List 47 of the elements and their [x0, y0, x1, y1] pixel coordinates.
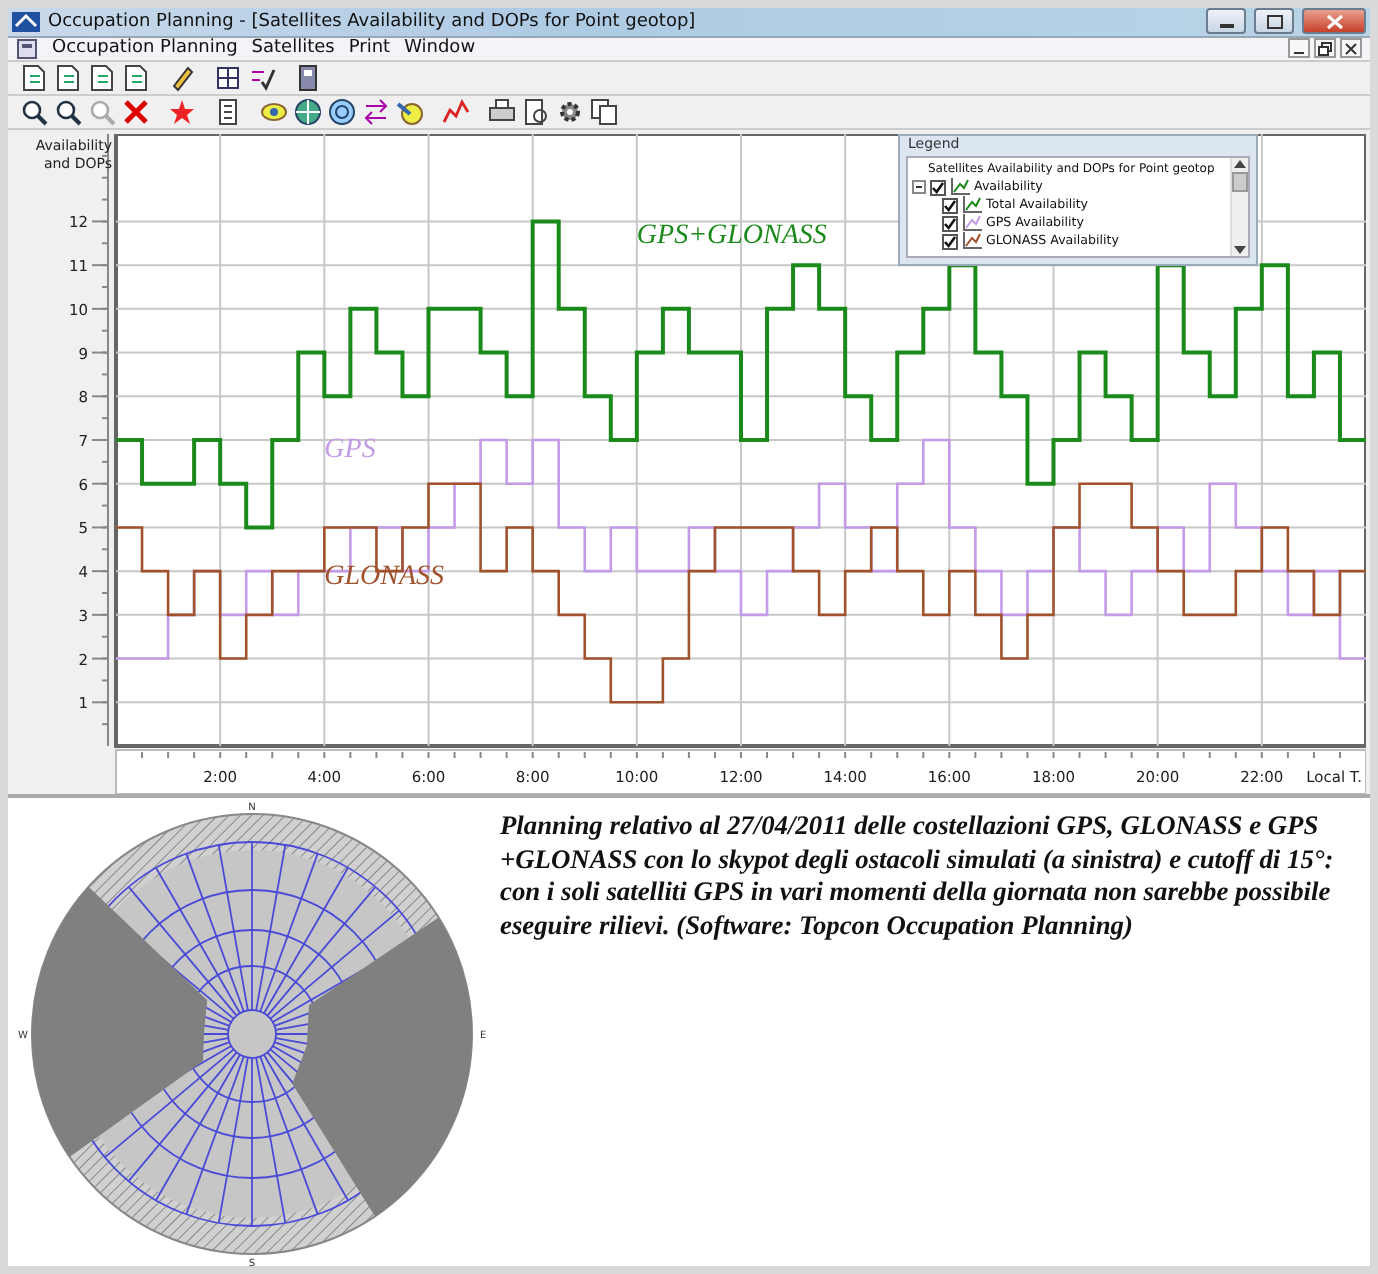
copy-icon[interactable] [588, 96, 620, 128]
menu-item[interactable]: Window [404, 38, 476, 59]
minimize-button[interactable] [1288, 38, 1310, 59]
chart-line-icon [962, 214, 982, 232]
caption-text: Planning relativo al 27/04/2011 delle costellazioni GPS, GLONASS e GPS +GLONASS con lo skypot degli ostacoli simulati (a sinistra) e cutoff di 15°: con i soli satelliti GPS in vari momenti della giornata non sarebbe possibile eseguire rilievi. (Software: Topcon Occupation Planning) [500, 810, 1336, 944]
series-label: GPS+GLONASS [636, 221, 827, 252]
app-icon [12, 9, 40, 34]
maximize-button[interactable] [1254, 8, 1294, 35]
checkbox[interactable] [942, 197, 958, 213]
restore-button[interactable] [1314, 38, 1336, 59]
checkbox[interactable] [930, 179, 946, 195]
up-arrow-icon[interactable] [1234, 160, 1246, 168]
chart-line-icon [962, 196, 982, 214]
page-icon[interactable] [520, 96, 552, 128]
series-label: GLONASS [324, 562, 445, 593]
globe-icon[interactable] [292, 96, 324, 128]
menu-item[interactable]: Occupation Planning [52, 38, 238, 59]
grid-icon[interactable] [212, 62, 244, 94]
document-icon[interactable] [18, 62, 50, 94]
checkbox[interactable] [942, 215, 958, 231]
chart-line-icon [962, 232, 982, 250]
checkbox[interactable] [942, 233, 958, 249]
window-title: Occupation Planning - [Satellites Availability and DOPs for Point geotop] [48, 11, 696, 32]
circle-icon[interactable] [326, 96, 358, 128]
cross-icon[interactable] [120, 96, 152, 128]
chart-line-icon [950, 178, 970, 196]
document-icon[interactable] [52, 62, 84, 94]
close-button[interactable] [1340, 38, 1362, 59]
star-icon[interactable] [166, 96, 198, 128]
gear-icon[interactable] [554, 96, 586, 128]
magnifier-icon[interactable] [52, 96, 84, 128]
arrows-icon[interactable] [360, 96, 392, 128]
close-icon [1325, 13, 1343, 30]
document-icon[interactable] [120, 62, 152, 94]
series-label: GPS [324, 435, 376, 466]
magnifier-icon[interactable] [18, 96, 50, 128]
minimize-button[interactable] [1206, 8, 1246, 35]
menu-item[interactable]: Satellites [251, 38, 335, 59]
close-icon [1344, 41, 1358, 56]
scrollbar-thumb[interactable] [1232, 172, 1248, 192]
down-arrow-icon[interactable] [1234, 246, 1246, 254]
menu-item[interactable]: Print [348, 38, 391, 59]
chart-line-icon[interactable] [440, 96, 472, 128]
scrollbar[interactable] [1230, 158, 1248, 256]
maximize-icon [1265, 13, 1283, 30]
expander-icon[interactable] [912, 180, 926, 194]
document-icon[interactable] [86, 62, 118, 94]
